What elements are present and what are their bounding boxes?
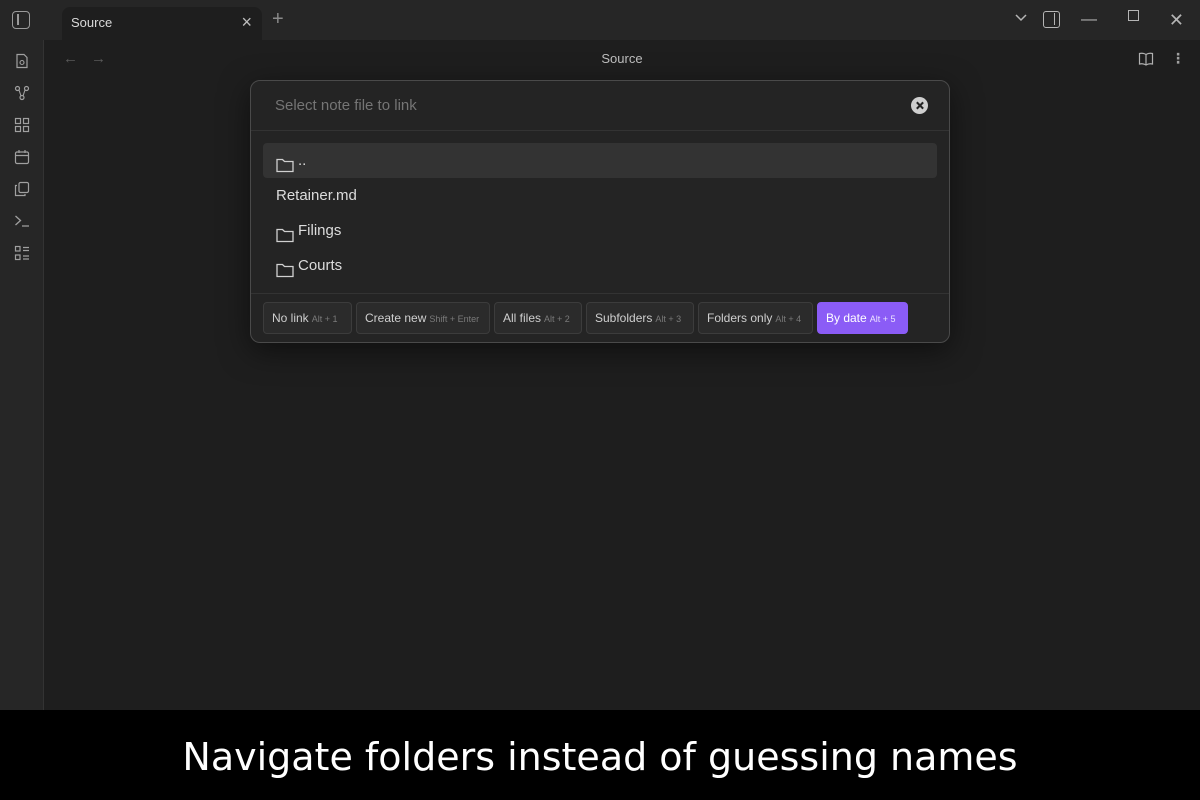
filter-label: Subfolders [595,311,653,325]
grid-icon[interactable] [14,117,30,133]
maximize-icon[interactable] [1128,10,1139,21]
filter-label: All files [503,311,542,325]
folder-icon [276,256,294,291]
list-item-label: Filings [298,222,342,239]
close-window-icon[interactable]: ✕ [1169,10,1184,30]
list-item[interactable]: Retainer.md [263,178,937,213]
filter-no-link-button[interactable]: No link Alt + 1 [263,302,352,334]
caption-text: Navigate folders instead of guessing nam… [182,735,1018,779]
chevron-down-icon[interactable] [1014,10,1028,24]
left-ribbon [0,40,44,710]
list-item-label: .. [298,152,307,169]
filter-subfolders-button[interactable]: Subfolders Alt + 3 [586,302,694,334]
divider [251,293,949,294]
title-bar: Source × + — ✕ [0,0,1200,40]
filter-label: By date [826,311,867,325]
list-icon[interactable] [14,245,30,261]
filter-shortcut: Alt + 3 [655,314,682,324]
filter-by-date-button[interactable]: By date Alt + 5 [817,302,908,334]
link-file-modal: .. Retainer.md Filings Courts No linkAlt… [250,80,950,343]
filter-label: No link [272,311,309,325]
copy-icon[interactable] [14,181,30,197]
minimize-icon[interactable]: — [1081,10,1097,30]
window-controls: — ✕ [0,0,1200,40]
caption-bar: Navigate folders instead of guessing nam… [0,710,1200,800]
results-list: .. Retainer.md Filings Courts [263,143,937,283]
list-item[interactable]: Courts [263,248,937,283]
filter-shortcut: Shift + Enter [429,314,480,324]
page-title: Source [601,51,643,66]
filter-label: Folders only [707,311,773,325]
filter-all-files-button[interactable]: All files Alt + 2 [494,302,582,334]
book-icon[interactable] [1138,51,1154,72]
filter-label: Create new [365,311,427,325]
graph-icon[interactable] [14,85,30,101]
filter-shortcut: Alt + 4 [775,314,802,324]
filter-shortcut: Alt + 1 [311,314,338,324]
divider [251,130,949,131]
filter-shortcut: Alt + 5 [869,314,896,324]
clear-icon[interactable] [911,97,928,114]
list-item-label: Courts [298,257,343,274]
terminal-icon[interactable] [14,213,30,229]
filter-shortcut: Alt + 2 [544,314,570,324]
calendar-icon[interactable] [14,149,30,165]
filter-folders-only-button[interactable]: Folders only Alt + 4 [698,302,813,334]
list-item[interactable]: .. [263,143,937,178]
list-item[interactable]: Filings [263,213,937,248]
list-item-label: Retainer.md [276,187,357,204]
search-input[interactable] [275,97,875,114]
right-sidebar-toggle-icon[interactable] [1043,11,1060,28]
filter-create-new-button[interactable]: Create new Shift + Enter [356,302,490,334]
more-options-icon[interactable]: ⋮ [1171,50,1185,67]
